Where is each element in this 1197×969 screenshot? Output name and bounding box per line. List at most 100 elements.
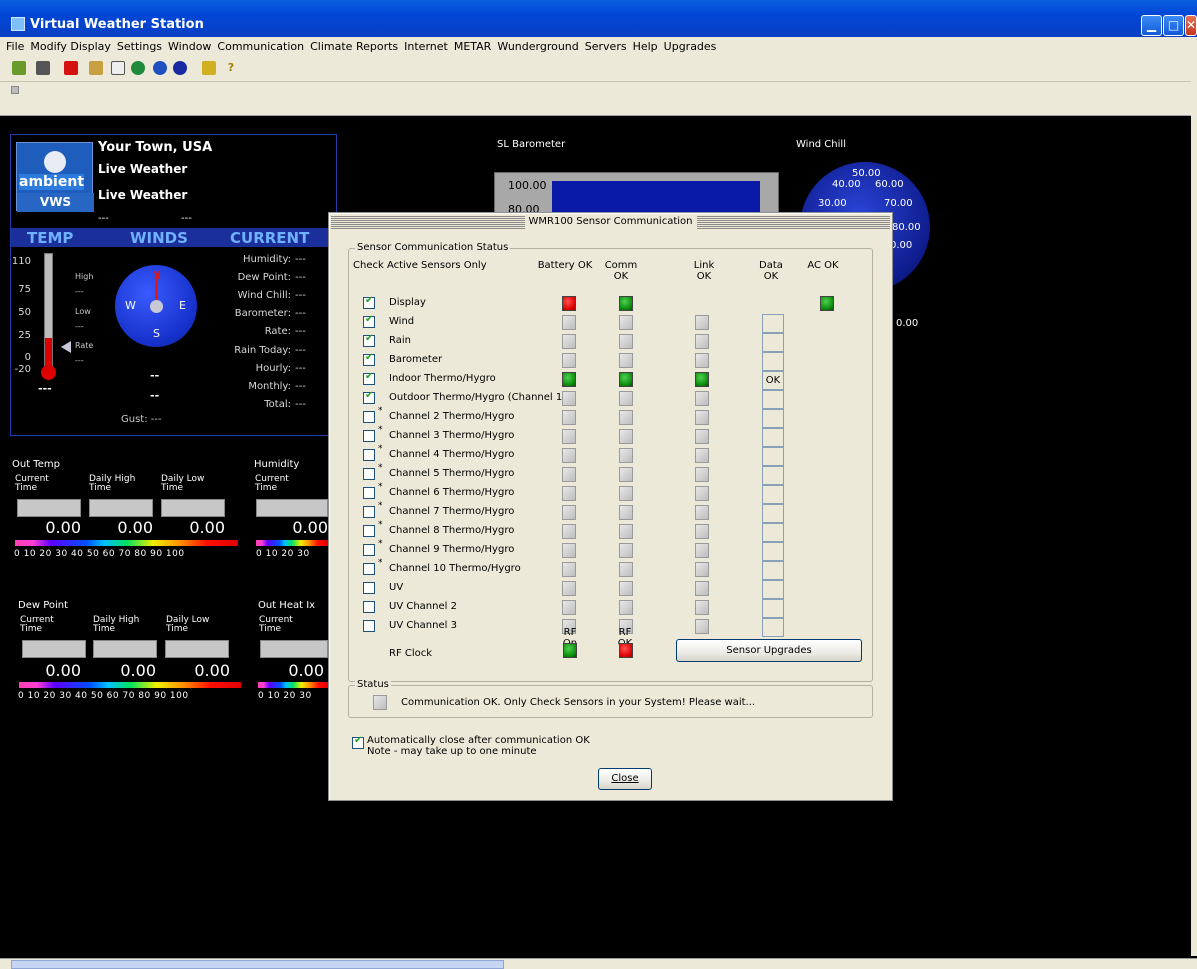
- minimize-button[interactable]: ▁: [1141, 15, 1162, 36]
- form-icon[interactable]: [111, 61, 125, 75]
- menu-internet[interactable]: Internet: [404, 37, 448, 56]
- battery-led: [562, 486, 576, 501]
- link-led: [695, 562, 709, 577]
- out-temp-col1b: Time: [15, 483, 38, 493]
- out-temp-color-scale: [15, 540, 238, 546]
- menu-file[interactable]: File: [6, 37, 24, 56]
- internet-icon[interactable]: [153, 61, 167, 75]
- sensor-checkbox[interactable]: [363, 582, 375, 594]
- sensor-checkbox[interactable]: [363, 563, 375, 575]
- sensor-label: Channel 8 Thermo/Hygro: [389, 525, 515, 536]
- sensor-row: Indoor Thermo/Hygro OK: [349, 371, 869, 390]
- battery-led: [562, 315, 576, 330]
- live-weather-1: Live Weather: [98, 162, 188, 176]
- sensor-label: Channel 4 Thermo/Hygro: [389, 449, 515, 460]
- sensor-upgrades-button[interactable]: Sensor Upgrades: [676, 639, 862, 662]
- print-icon[interactable]: [36, 61, 50, 75]
- server-icon[interactable]: [173, 61, 187, 75]
- current-value-0: ---: [295, 254, 306, 265]
- sensor-checkbox[interactable]: [363, 352, 375, 366]
- star-marker: *: [378, 425, 383, 435]
- alarm-icon[interactable]: [64, 61, 78, 75]
- sensor-row: * Channel 9 Thermo/Hygro: [349, 539, 869, 561]
- sensor-checkbox[interactable]: [363, 544, 375, 556]
- sensor-checkbox[interactable]: [363, 525, 375, 537]
- maximize-button[interactable]: □: [1163, 15, 1184, 36]
- battery-led: [562, 372, 576, 387]
- sensor-row: Rain: [349, 333, 869, 352]
- sensor-checkbox[interactable]: [363, 411, 375, 423]
- comm-led: [619, 467, 633, 482]
- wind-speed-dash: --: [150, 369, 160, 382]
- sensor-checkbox[interactable]: [363, 371, 375, 385]
- close-window-button[interactable]: ✕: [1185, 15, 1197, 36]
- live-weather-2: Live Weather: [98, 188, 188, 202]
- menu-metar[interactable]: METAR: [454, 37, 491, 56]
- menu-upgrades[interactable]: Upgrades: [664, 37, 717, 56]
- gust-text: Gust: ---: [121, 414, 162, 425]
- upgrade-icon[interactable]: [202, 61, 216, 75]
- menu-modify-display[interactable]: Modify Display: [30, 37, 111, 56]
- help-icon[interactable]: ?: [224, 61, 238, 75]
- ambient-logo: ambient VWS: [16, 142, 94, 212]
- globe-icon[interactable]: [131, 61, 145, 75]
- sensor-checkbox[interactable]: [363, 506, 375, 518]
- temp-header: TEMP: [27, 229, 74, 247]
- status-text: Communication OK. Only Check Sensors in …: [401, 697, 756, 708]
- sensor-checkbox[interactable]: [363, 620, 375, 632]
- horizontal-scrollbar[interactable]: [0, 958, 1197, 969]
- open-icon[interactable]: [12, 61, 26, 75]
- temp-rate-value: ---: [75, 356, 84, 365]
- sensor-checkbox[interactable]: [363, 487, 375, 499]
- heat-ix-title: Out Heat Ix: [258, 600, 316, 611]
- sensor-label: Channel 9 Thermo/Hygro: [389, 544, 515, 555]
- panel-dash-2: ---: [181, 213, 192, 224]
- data-ok-box: [762, 428, 784, 447]
- sensor-checkbox[interactable]: [363, 333, 375, 347]
- sensor-label: Display: [389, 297, 426, 308]
- sensor-row: UV Channel 3: [349, 618, 869, 637]
- menu-climate-reports[interactable]: Climate Reports: [310, 37, 398, 56]
- comm-led: [619, 296, 633, 311]
- panel-dash-1: ---: [98, 213, 109, 224]
- sensor-checkbox[interactable]: [363, 390, 375, 404]
- scroll-thumb[interactable]: [11, 960, 504, 969]
- battery-led: [562, 581, 576, 596]
- vertical-scrollbar[interactable]: [1191, 56, 1197, 956]
- logo-globe-icon: [44, 151, 66, 173]
- sensor-label: Rain: [389, 335, 411, 346]
- sensor-row: Wind: [349, 314, 869, 333]
- status-led: [373, 695, 387, 710]
- link-led: [695, 315, 709, 330]
- heat-ix-color-scale: [258, 682, 328, 688]
- menu-communication[interactable]: Communication: [217, 37, 304, 56]
- link-led: [695, 391, 709, 406]
- temp-scale-0: 0: [24, 352, 31, 363]
- ac-led: [820, 296, 834, 311]
- sensor-checkbox[interactable]: [363, 468, 375, 480]
- link-led: [695, 372, 709, 387]
- menu-wunderground[interactable]: Wunderground: [497, 37, 578, 56]
- sensor-checkbox[interactable]: [363, 430, 375, 442]
- menu-window[interactable]: Window: [168, 37, 211, 56]
- sensor-checkbox[interactable]: [363, 449, 375, 461]
- close-button[interactable]: Close: [598, 768, 652, 790]
- comm-led: [619, 486, 633, 501]
- menu-help[interactable]: Help: [633, 37, 658, 56]
- dialog-title: WMR100 Sensor Communication: [524, 215, 697, 229]
- menu-settings[interactable]: Settings: [117, 37, 162, 56]
- panel-toggle-icon[interactable]: [11, 86, 19, 94]
- current-label-1: Dew Point:: [237, 272, 291, 283]
- auto-close-checkbox[interactable]: [352, 735, 364, 749]
- out-temp-low: 0.00: [189, 518, 225, 537]
- sensor-checkbox[interactable]: [363, 314, 375, 328]
- current-value-8: ---: [295, 399, 306, 410]
- temp-scale-75: 75: [18, 284, 31, 295]
- sensor-checkbox[interactable]: [363, 601, 375, 613]
- menu-bar: File Modify Display Settings Window Communic…: [0, 37, 1197, 56]
- settings-icon[interactable]: [89, 61, 103, 75]
- comm-led: [619, 429, 633, 444]
- sensor-checkbox[interactable]: [363, 295, 375, 309]
- status-group: Status Communication OK. Only Check Sens…: [348, 679, 873, 718]
- menu-servers[interactable]: Servers: [585, 37, 627, 56]
